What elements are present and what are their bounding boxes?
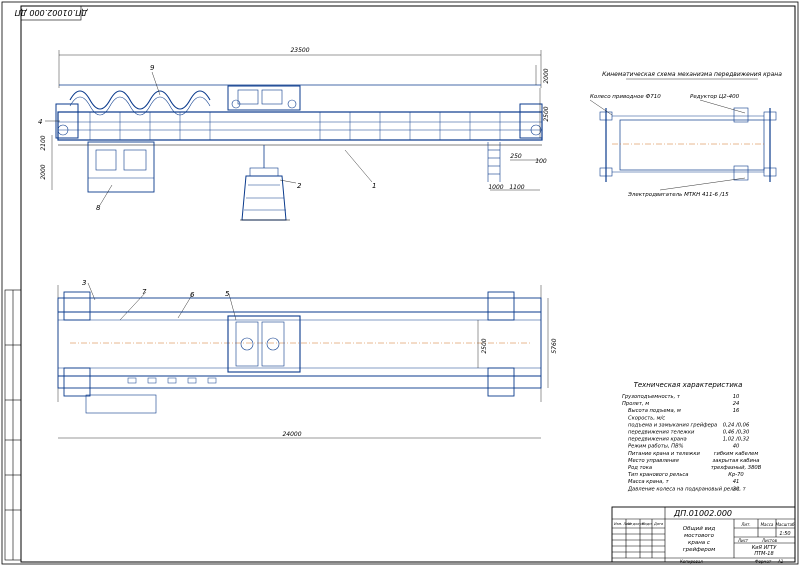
inner-frame xyxy=(20,5,796,563)
callouts: 1 2 3 4 5 6 7 8 9 xyxy=(38,64,376,299)
tb-row-4: Дата xyxy=(653,522,663,526)
org-text: КиЯ ИГТУ ПТМ-18 xyxy=(752,545,777,557)
tech-spec: Техническая характеристика Грузоподъемно… xyxy=(622,381,762,492)
kinematic-title: Кинематическая схема механизма передвиже… xyxy=(602,71,782,78)
tech-row-value: 24 xyxy=(733,401,740,407)
dim-step2: 100 xyxy=(535,158,547,165)
trolley-front xyxy=(227,85,301,111)
crane-drawing-sheet: ДП.01002.000 ДП 23500 2000 2500 2100 200… xyxy=(1,1,799,565)
format-label: Формат xyxy=(755,559,772,564)
tech-row-value: Кр-70 xyxy=(728,472,744,478)
bridge-girder-front xyxy=(57,111,543,141)
dim-left-h1: 2100 xyxy=(40,135,47,150)
callout-9: 9 xyxy=(150,64,155,72)
kinematic-scheme: Кинематическая схема механизма передвиже… xyxy=(589,71,782,198)
tech-row-value: 41 xyxy=(733,479,740,485)
dim-plan-gap: 2500 xyxy=(481,338,488,353)
callout-8: 8 xyxy=(96,204,101,212)
tech-row-value: 20 xyxy=(733,486,740,492)
cable-festoon xyxy=(69,90,211,110)
callout-7: 7 xyxy=(142,288,147,296)
tech-row-label: передвижения тележки xyxy=(628,430,695,436)
format-value: А1 xyxy=(777,559,783,564)
sheet-label: Лист xyxy=(737,538,749,543)
sheets-label: Листов xyxy=(761,538,778,543)
callout-2: 2 xyxy=(297,182,302,190)
operator-cabin xyxy=(87,141,155,193)
tech-row-value: 40 xyxy=(733,444,740,450)
tech-row-value: трехфазный, 380В xyxy=(711,465,762,471)
tech-row-label: Режим работы, ПВ% xyxy=(628,444,684,450)
callout-1: 1 xyxy=(372,182,376,190)
dim-plan-width: 24000 xyxy=(282,431,301,438)
crane-front-view xyxy=(55,50,543,221)
outer-frame xyxy=(1,1,799,565)
title-code: ДП.01002.000 xyxy=(673,509,732,518)
tech-row-value: 1,02 /0,32 xyxy=(723,437,750,443)
tech-row-label: Высота подъема, м xyxy=(628,408,681,414)
tech-row-label: Род тока xyxy=(628,465,652,471)
front-dimensions xyxy=(51,65,541,191)
tech-row-label: Масса крана, т xyxy=(628,479,670,485)
trolley-plan xyxy=(227,315,301,373)
tech-row-value: 0,24 /0,06 xyxy=(723,422,750,428)
dim-left-h2: 2000 xyxy=(40,164,47,179)
tech-row-label: Грузоподъемность, т xyxy=(622,394,681,400)
tech-row-label: подъема и замыкания грейфера xyxy=(628,422,717,428)
dim-plan-height: 5760 xyxy=(551,338,558,353)
tech-row-label: Давление колеса на подкрановый рельс, т xyxy=(627,486,747,492)
end-carriage-right xyxy=(519,103,543,139)
kinematic-motor-label: Электродвигатель МТКН 411-6 /15 xyxy=(627,192,729,198)
tech-row-label: Место управления xyxy=(628,458,679,464)
dim-step1: 250 xyxy=(510,153,522,160)
tech-row-label: Пролет, м xyxy=(622,401,649,407)
callout-4: 4 xyxy=(38,118,42,126)
dim-bottom2: 1100 xyxy=(509,184,524,191)
tech-row-value: закрытая кабина xyxy=(713,458,760,464)
kinematic-wheel-label: Колесо приводное Ф710 xyxy=(590,94,661,100)
hdr-mass: Масса xyxy=(761,522,774,527)
tech-row-label: Тип кранового рельса xyxy=(628,472,688,478)
tech-row-value: 0,46 /0,30 xyxy=(723,430,750,436)
copied-label: Копировал xyxy=(680,559,703,564)
tech-row-value: 10 xyxy=(733,394,740,400)
crane-plan-view xyxy=(57,285,542,414)
dim-bottom1: 1000 xyxy=(488,184,503,191)
dim-span-top: 23500 xyxy=(290,47,309,54)
dim-right-h1: 2000 xyxy=(543,68,550,83)
scale-value: 1:50 xyxy=(779,531,790,537)
title-block: ДП.01002.000 Общий вид мостового крана с гр… xyxy=(611,506,796,564)
tech-row-label: Питание крана и тележки xyxy=(628,451,700,457)
rotated-stamp-text: ДП.01002.000 ДП xyxy=(15,8,89,17)
kinematic-reducer-label: Редуктор Ц2-400 xyxy=(690,94,740,100)
dim-right-h2: 2500 xyxy=(543,106,550,121)
hdr-scale: Масштаб xyxy=(775,522,795,527)
hdr-lit: Лит. xyxy=(740,522,750,527)
tech-row-value: 16 xyxy=(733,408,740,414)
tech-row-label: передвижения крана xyxy=(628,437,687,443)
title-name: Общий вид мостового крана с грейфером xyxy=(683,526,716,553)
tech-row-value: гибким кабелем xyxy=(714,451,759,457)
tech-title: Техническая характеристика xyxy=(634,381,743,389)
tb-row-3: Подп. xyxy=(642,522,653,526)
callout-3: 3 xyxy=(82,279,86,287)
callout-5: 5 xyxy=(225,290,230,298)
left-side-strip xyxy=(4,289,22,561)
access-ladder xyxy=(487,142,501,182)
tech-row-label: Скорость, м/с xyxy=(628,415,665,421)
